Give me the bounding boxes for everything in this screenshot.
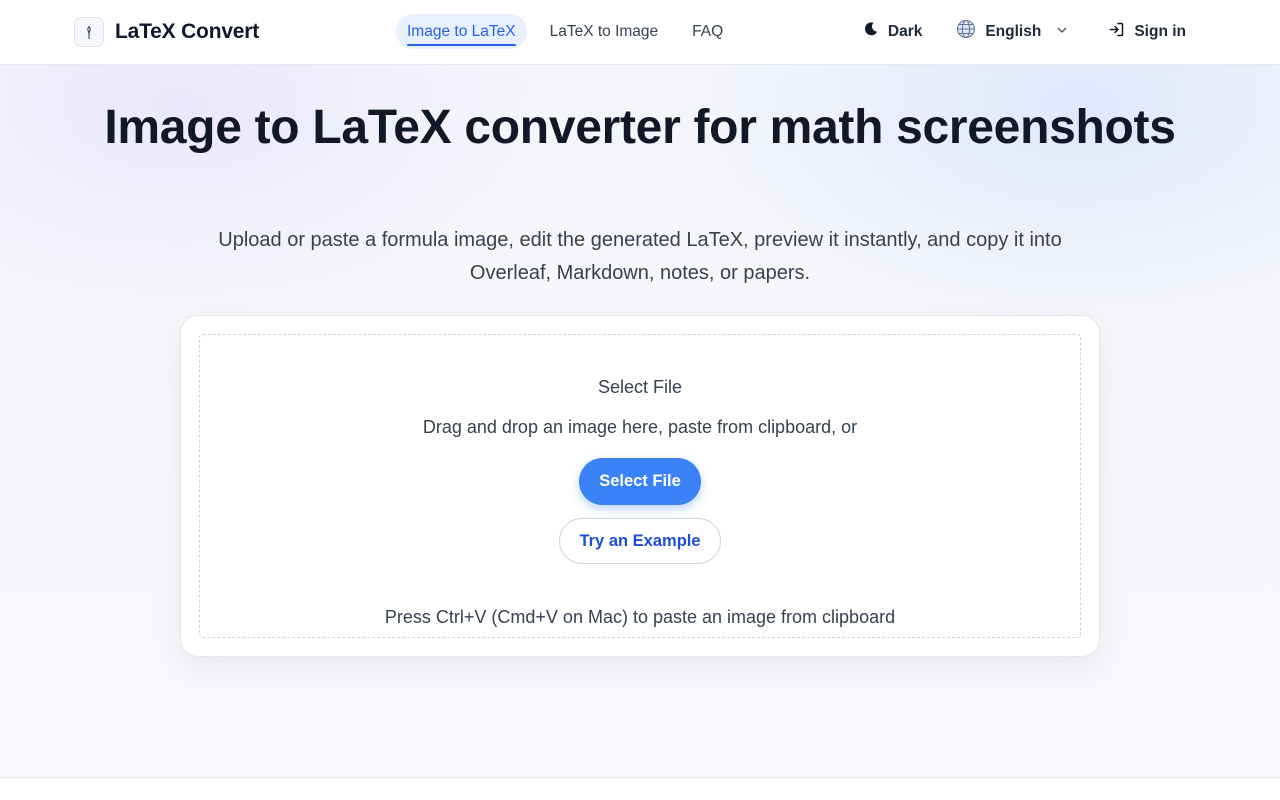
active-tab-indicator bbox=[407, 44, 516, 46]
pen-nib-icon bbox=[74, 17, 104, 47]
image-dropzone[interactable]: Select File Drag and drop an image here,… bbox=[199, 334, 1081, 638]
tab-label: LaTeX to Image bbox=[549, 22, 659, 40]
footer bbox=[0, 778, 1280, 800]
page-title: Image to LaTeX converter for math screen… bbox=[104, 101, 1176, 154]
theme-label: Dark bbox=[887, 22, 923, 40]
dropzone-title: Select File bbox=[597, 377, 683, 397]
main-nav: Image to LaTeX LaTeX to Image FAQ bbox=[396, 14, 734, 49]
upload-card: Select File Drag and drop an image here,… bbox=[180, 315, 1100, 657]
select-file-button[interactable]: Select File bbox=[579, 458, 701, 505]
logo-text: LaTeX Convert bbox=[115, 20, 260, 43]
paste-hint: Press Ctrl+V (Cmd+V on Mac) to paste an … bbox=[384, 607, 896, 627]
sign-in-icon bbox=[1108, 21, 1125, 43]
tab-label: FAQ bbox=[692, 22, 724, 40]
top-navbar: LaTeX Convert Image to LaTeX LaTeX to Im… bbox=[0, 0, 1280, 65]
dropzone-description: Drag and drop an image here, paste from … bbox=[422, 417, 858, 437]
page-subtitle: Upload or paste a formula image, edit th… bbox=[218, 229, 1062, 284]
globe-icon bbox=[956, 19, 976, 44]
tab-label: Image to LaTeX bbox=[407, 22, 516, 40]
language-select[interactable]: English bbox=[948, 14, 1076, 49]
moon-icon bbox=[863, 21, 879, 42]
chevron-down-icon bbox=[1056, 23, 1068, 41]
try-example-button[interactable]: Try an Example bbox=[559, 518, 721, 564]
sign-in-button[interactable]: Sign in bbox=[1100, 14, 1194, 49]
tab-faq[interactable]: FAQ bbox=[681, 14, 734, 49]
tab-latex-to-image[interactable]: LaTeX to Image bbox=[539, 14, 670, 49]
language-label: English bbox=[985, 22, 1042, 40]
header-actions: Dark English Sign in bbox=[855, 14, 1194, 49]
logo-link[interactable]: LaTeX Convert bbox=[74, 17, 259, 47]
sign-in-label: Sign in bbox=[1134, 22, 1186, 40]
tab-image-to-latex[interactable]: Image to LaTeX bbox=[396, 14, 527, 49]
theme-toggle-button[interactable]: Dark bbox=[855, 14, 930, 49]
